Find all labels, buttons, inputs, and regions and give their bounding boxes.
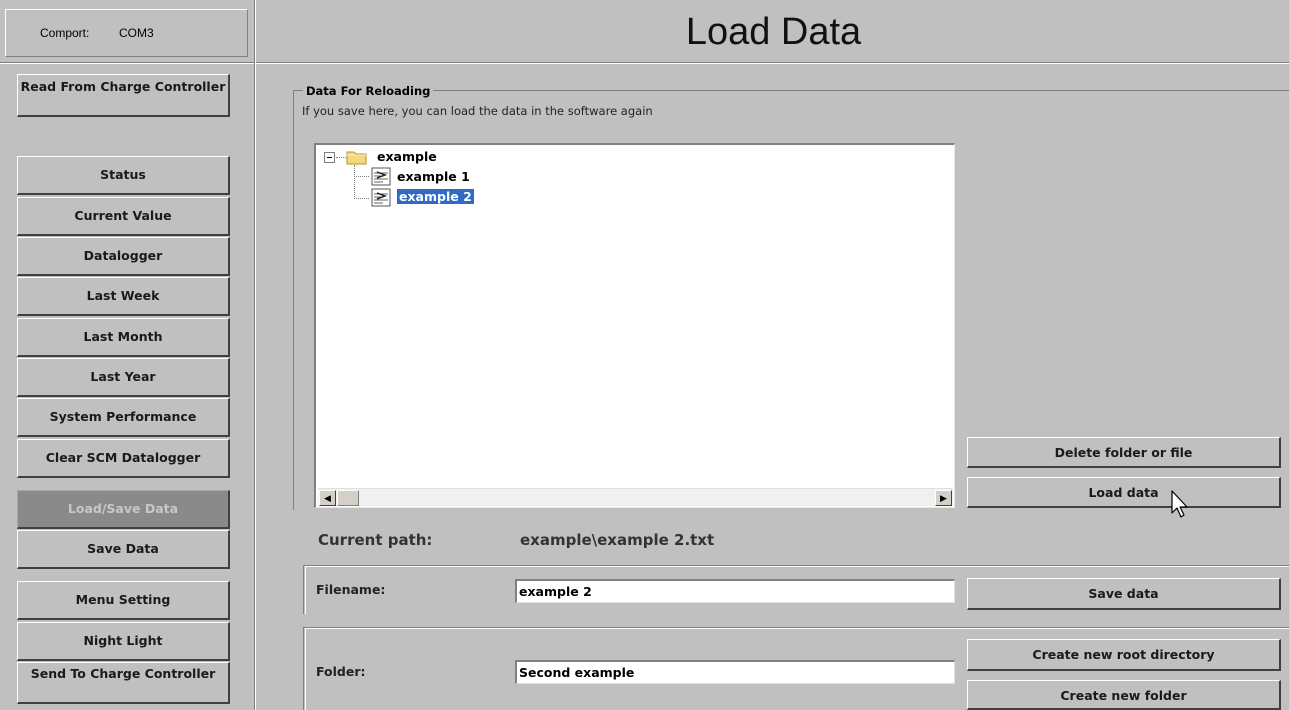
current-path-value: example\example 2.txt: [520, 531, 715, 549]
sidebar: Comport: COM3 Read From Charge Controlle…: [0, 0, 254, 710]
tree-connector: [354, 176, 369, 177]
scroll-right-arrow-icon[interactable]: ▶: [935, 490, 952, 506]
tree-node-file-selected[interactable]: example 2: [397, 189, 474, 205]
filename-label: Filename:: [316, 582, 386, 597]
comport-box: Comport: COM3: [5, 9, 248, 57]
sidebar-divider: [0, 62, 254, 64]
night-light-button[interactable]: Night Light: [17, 622, 230, 661]
header-divider: [256, 62, 1289, 64]
sidebar-item-last-year[interactable]: Last Year: [17, 358, 230, 397]
data-file-icon: [371, 167, 391, 186]
delete-folder-or-file-button[interactable]: Delete folder or file: [967, 437, 1281, 468]
save-data-button[interactable]: Save data: [967, 578, 1281, 610]
send-to-charge-controller-button[interactable]: Send To Charge Controller: [17, 662, 230, 704]
tree-connector: [354, 198, 369, 199]
tree-node-file-label: example 2: [397, 189, 474, 204]
tree-node-root-label: example: [377, 149, 437, 164]
filename-input[interactable]: [515, 579, 955, 603]
create-new-root-directory-button[interactable]: Create new root directory: [967, 639, 1281, 671]
sidebar-item-clear-scm-datalogger[interactable]: Clear SCM Datalogger: [17, 439, 230, 478]
group-description: If you save here, you can load the data …: [302, 104, 653, 118]
folder-label: Folder:: [316, 664, 366, 679]
tree-node-root[interactable]: example: [377, 149, 437, 165]
read-from-charge-controller-button[interactable]: Read From Charge Controller: [17, 74, 230, 117]
folder-input[interactable]: [515, 660, 955, 684]
sidebar-item-current-value[interactable]: Current Value: [17, 197, 230, 236]
current-path-label: Current path:: [318, 531, 433, 549]
create-new-folder-button[interactable]: Create new folder: [967, 680, 1281, 710]
data-file-icon: [371, 188, 391, 207]
sidebar-item-datalogger[interactable]: Datalogger: [17, 237, 230, 276]
save-data-sidebar-button[interactable]: Save Data: [17, 530, 230, 569]
folder-icon: [346, 151, 367, 165]
sidebar-border-highlight: [255, 0, 256, 710]
tree-connector: [336, 157, 346, 158]
sidebar-item-status[interactable]: Status: [17, 156, 230, 195]
file-tree[interactable]: example example 1 example 2 ◀ ▶: [314, 143, 955, 508]
scroll-left-arrow-icon[interactable]: ◀: [319, 490, 336, 506]
menu-setting-button[interactable]: Menu Setting: [17, 581, 230, 620]
sidebar-item-last-week[interactable]: Last Week: [17, 277, 230, 316]
tree-node-file-label: example 1: [397, 169, 470, 184]
tree-connector: [354, 165, 355, 199]
tree-node-file[interactable]: example 1: [397, 169, 470, 185]
collapse-toggle-icon[interactable]: [324, 152, 335, 163]
mouse-cursor-icon: [1171, 490, 1188, 518]
comport-label: Comport:: [40, 26, 90, 40]
group-title: Data For Reloading: [303, 84, 434, 98]
scroll-thumb[interactable]: [337, 490, 359, 506]
horizontal-scrollbar[interactable]: ◀ ▶: [318, 488, 953, 506]
load-data-button[interactable]: Load data: [967, 477, 1281, 508]
page-title: Load Data: [685, 11, 862, 53]
sidebar-item-last-month[interactable]: Last Month: [17, 318, 230, 357]
sidebar-item-system-performance[interactable]: System Performance: [17, 398, 230, 437]
load-save-data-button[interactable]: Load/Save Data: [17, 490, 230, 529]
comport-value: COM3: [119, 26, 154, 40]
